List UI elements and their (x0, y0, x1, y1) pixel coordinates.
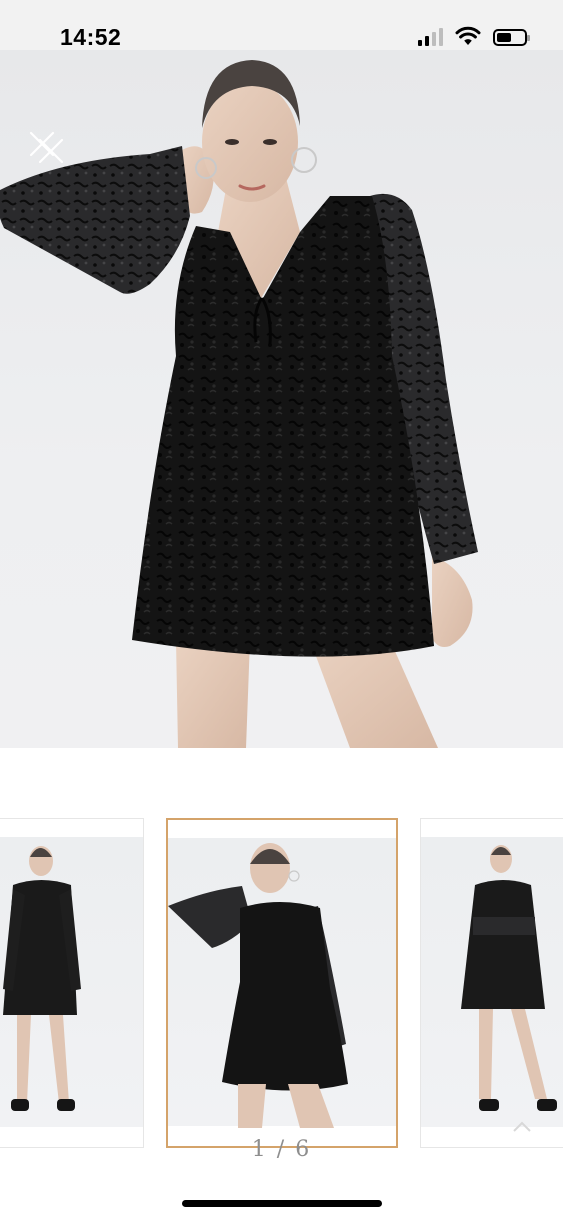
battery-level (497, 33, 512, 42)
thumbnail-photo (0, 837, 143, 1127)
close-icon[interactable] (26, 128, 68, 168)
thumbnail-2[interactable] (166, 818, 398, 1148)
chevron-up-icon (513, 1121, 531, 1132)
wifi-icon (455, 26, 481, 45)
thumbnail-photo (168, 838, 396, 1128)
battery-icon (493, 29, 530, 46)
model-photo (0, 60, 478, 748)
cellular-signal-icon (418, 28, 443, 46)
status-time: 14:52 (60, 24, 122, 50)
thumbnail-gallery[interactable] (0, 818, 563, 1148)
thumbnail-3[interactable] (420, 818, 563, 1148)
status-bar: 14:52 (0, 0, 563, 50)
thumbnail-photo (421, 837, 563, 1127)
home-indicator[interactable] (182, 1200, 382, 1207)
thumbnail-1[interactable] (0, 818, 144, 1148)
status-icons (418, 26, 530, 46)
product-main-image[interactable] (0, 50, 563, 748)
image-counter: 1 / 6 (251, 1137, 312, 1162)
